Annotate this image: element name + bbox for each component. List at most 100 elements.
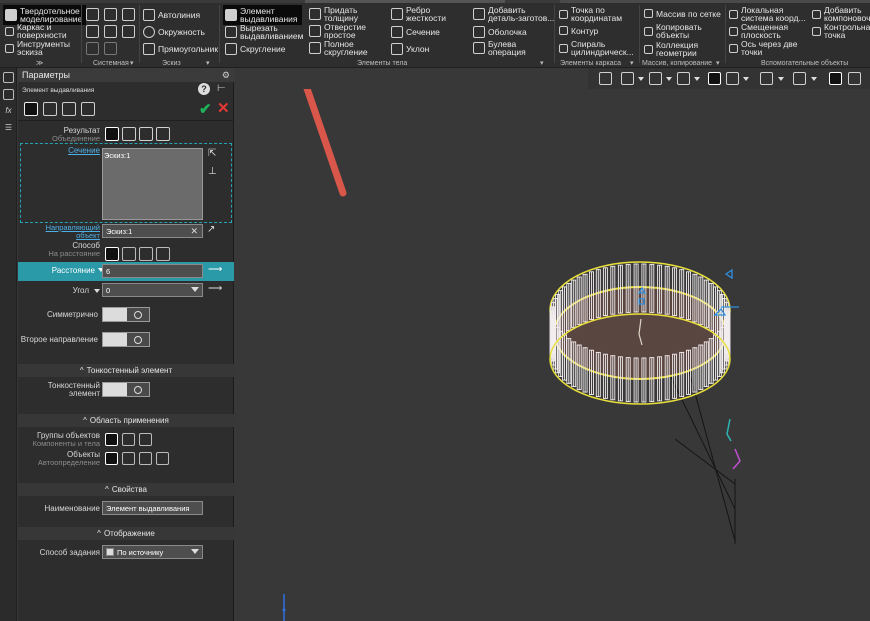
spec-method-select[interactable]: По источнику — [102, 545, 203, 559]
tab-display[interactable] — [81, 102, 95, 116]
pan-icon[interactable] — [649, 72, 662, 85]
fx-variables-icon[interactable]: fx — [3, 106, 14, 117]
distance-direction-arrow-icon[interactable]: ⟶ — [208, 264, 222, 275]
visibility-dropdown-icon[interactable] — [778, 77, 784, 81]
layout-view-icon[interactable] — [848, 72, 861, 85]
print-icon[interactable] — [86, 25, 99, 38]
section-button[interactable]: Сечение — [391, 26, 440, 38]
thin-wall-section-header[interactable]: ^ Тонкостенный элемент — [18, 364, 234, 377]
group-body-menu-icon[interactable]: ▾ — [540, 59, 544, 67]
select-edit-icon[interactable]: ⇱ — [208, 148, 220, 160]
control-point-button[interactable]: Контрольная точка — [812, 23, 870, 39]
contour-button[interactable]: Контур — [559, 26, 598, 35]
tree-icon[interactable] — [3, 72, 14, 83]
thin-wall-toggle[interactable] — [102, 382, 150, 397]
model-viewport[interactable] — [235, 89, 870, 621]
angle-chevron-down-icon[interactable] — [191, 287, 199, 292]
undo-icon[interactable] — [86, 42, 99, 55]
tab-parameters[interactable] — [24, 102, 38, 116]
rectangle-button[interactable]: Прямоугольник — [143, 43, 218, 55]
tab-mcs[interactable] — [62, 102, 76, 116]
symmetric-toggle[interactable] — [102, 307, 150, 322]
display-section-header[interactable]: ^ Отображение — [18, 527, 234, 540]
section-sketch-list[interactable]: Эскиз:1 — [102, 148, 203, 220]
angle-dropdown-icon[interactable] — [94, 289, 100, 293]
method-to-vertex-button[interactable] — [139, 247, 153, 261]
redo-icon[interactable] — [104, 42, 117, 55]
method-distance-button[interactable] — [105, 247, 119, 261]
shell-button[interactable]: Оболочка — [473, 26, 527, 38]
method-through-all-button[interactable] — [122, 247, 136, 261]
offset-plane-button[interactable]: Смещенная плоскость — [729, 23, 788, 39]
tree-structure-icon[interactable]: ⊢ — [217, 83, 226, 94]
axis-orient-icon[interactable] — [677, 72, 690, 85]
display-mode-dropdown-icon[interactable] — [743, 77, 749, 81]
mode-frames-surfaces[interactable]: Каркас и поверхности — [5, 23, 67, 39]
method-to-surface-button[interactable] — [156, 247, 170, 261]
properties-icon[interactable] — [122, 25, 135, 38]
ribbon-expand-chevron-icon[interactable]: ≫ — [36, 59, 43, 67]
section-view-dropdown-icon[interactable] — [811, 77, 817, 81]
add-part-button[interactable]: Добавить деталь-заготов... — [473, 6, 554, 22]
boolean-button[interactable]: Булева операция — [473, 40, 526, 56]
gear-icon[interactable]: ⚙ — [222, 70, 230, 81]
spec-chevron-down-icon[interactable] — [191, 549, 199, 554]
grid-array-button[interactable]: Массив по сетке — [644, 9, 721, 18]
menu-lines-icon[interactable]: ☰ — [3, 123, 14, 134]
result-union-button[interactable] — [105, 127, 119, 141]
name-input[interactable]: Элемент выдавливания — [102, 501, 203, 515]
result-subtract-button[interactable] — [139, 127, 153, 141]
copy-objects-button[interactable]: Копировать объекты — [644, 23, 702, 39]
cube-shaded-icon[interactable] — [708, 72, 721, 85]
draft-button[interactable]: Уклон — [391, 43, 429, 55]
open-folder-icon[interactable] — [104, 8, 117, 21]
sketch-view-icon[interactable] — [599, 72, 612, 85]
properties-section-header[interactable]: ^ Свойства — [18, 483, 234, 496]
pan-dropdown-icon[interactable] — [666, 77, 672, 81]
groups-all-button[interactable] — [139, 433, 152, 446]
full-round-button[interactable]: Полное скругление — [309, 40, 368, 56]
cancel-close-icon[interactable]: ✕ — [217, 99, 230, 117]
cut-extrude-button[interactable]: Вырезать выдавливанием — [225, 24, 304, 40]
direction-arrow-icon[interactable]: ↗ — [207, 224, 215, 235]
geometry-collection-button[interactable]: Коллекция геометрии — [644, 41, 698, 57]
mode-sketch-tools[interactable]: Инструменты эскиза — [5, 40, 70, 56]
scope-section-header[interactable]: ^ Область применения — [18, 414, 234, 427]
autoline-button[interactable]: Автолиния — [143, 9, 200, 21]
properties-panel-icon[interactable] — [3, 89, 14, 100]
group-frame-menu-icon[interactable]: ▾ — [630, 59, 634, 67]
sketch-list-item[interactable]: Эскиз:1 — [104, 151, 130, 160]
section-view-icon[interactable] — [793, 72, 806, 85]
visibility-eye-icon[interactable] — [760, 72, 773, 85]
objects-selected-button[interactable] — [139, 452, 152, 465]
group-sketch-menu-icon[interactable]: ▾ — [206, 59, 210, 67]
zoom-dropdown-icon[interactable] — [638, 77, 644, 81]
objects-all-button[interactable] — [122, 452, 135, 465]
point-by-coords-button[interactable]: Точка по координатам — [559, 6, 622, 22]
clear-x-icon[interactable]: ✕ — [190, 226, 198, 237]
fillet-button[interactable]: Скругление — [225, 43, 286, 55]
objects-add-button[interactable] — [156, 452, 169, 465]
cube-wire-icon[interactable] — [726, 72, 739, 85]
ok-checkmark-icon[interactable]: ✔ — [199, 100, 212, 118]
save-icon[interactable] — [122, 8, 135, 21]
rib-button[interactable]: Ребро жесткости — [391, 6, 446, 22]
measure-icon[interactable] — [829, 72, 842, 85]
angle-direction-arrow-icon[interactable]: ⟶ — [208, 283, 222, 294]
groups-components-button[interactable] — [105, 433, 118, 446]
second-direction-toggle[interactable] — [102, 332, 150, 347]
group-array-menu-icon[interactable]: ▾ — [716, 59, 720, 67]
simple-hole-button[interactable]: Отверстие простое — [309, 23, 366, 39]
axis-two-points-button[interactable]: Ось через две точки — [729, 40, 797, 56]
local-cs-button[interactable]: Локальная система коорд... — [729, 6, 806, 22]
direction-object-link-2[interactable]: объект — [76, 231, 100, 240]
groups-bodies-button[interactable] — [122, 433, 135, 446]
help-icon[interactable]: ? — [198, 83, 210, 95]
sketch-corner-icon[interactable]: ⊥ — [208, 166, 220, 178]
zoom-icon[interactable] — [621, 72, 634, 85]
new-file-icon[interactable] — [86, 8, 99, 21]
spiral-button[interactable]: Спираль цилиндрическ... — [559, 40, 634, 56]
extrude-element-button[interactable]: Элемент выдавливания — [223, 5, 302, 25]
group-system-menu-icon[interactable]: ▾ — [130, 59, 134, 67]
result-intersect-button[interactable] — [156, 127, 170, 141]
